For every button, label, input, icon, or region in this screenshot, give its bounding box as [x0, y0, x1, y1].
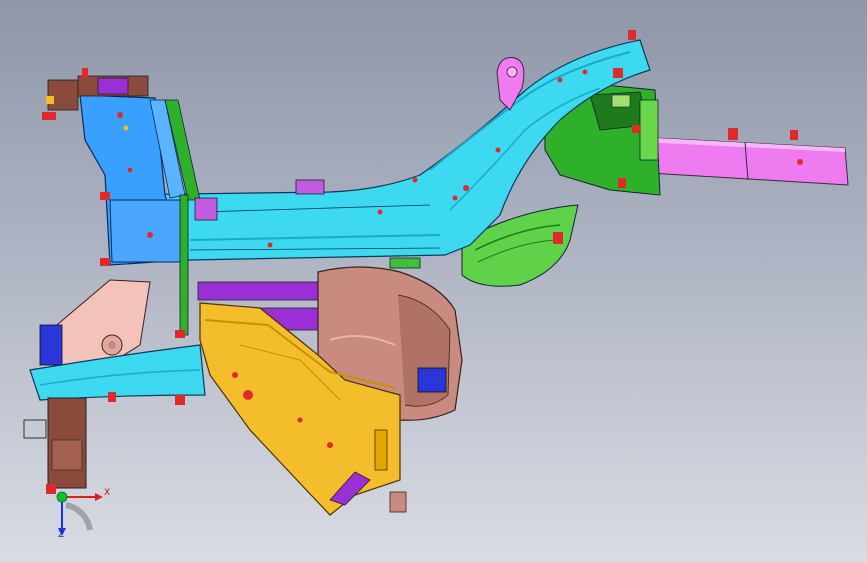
front-subframe-assembly-model[interactable]: [0, 0, 867, 562]
z-axis-label: Z: [58, 530, 65, 540]
x-axis-label: X: [104, 488, 111, 498]
cad-3d-viewport[interactable]: X Z: [0, 0, 867, 562]
